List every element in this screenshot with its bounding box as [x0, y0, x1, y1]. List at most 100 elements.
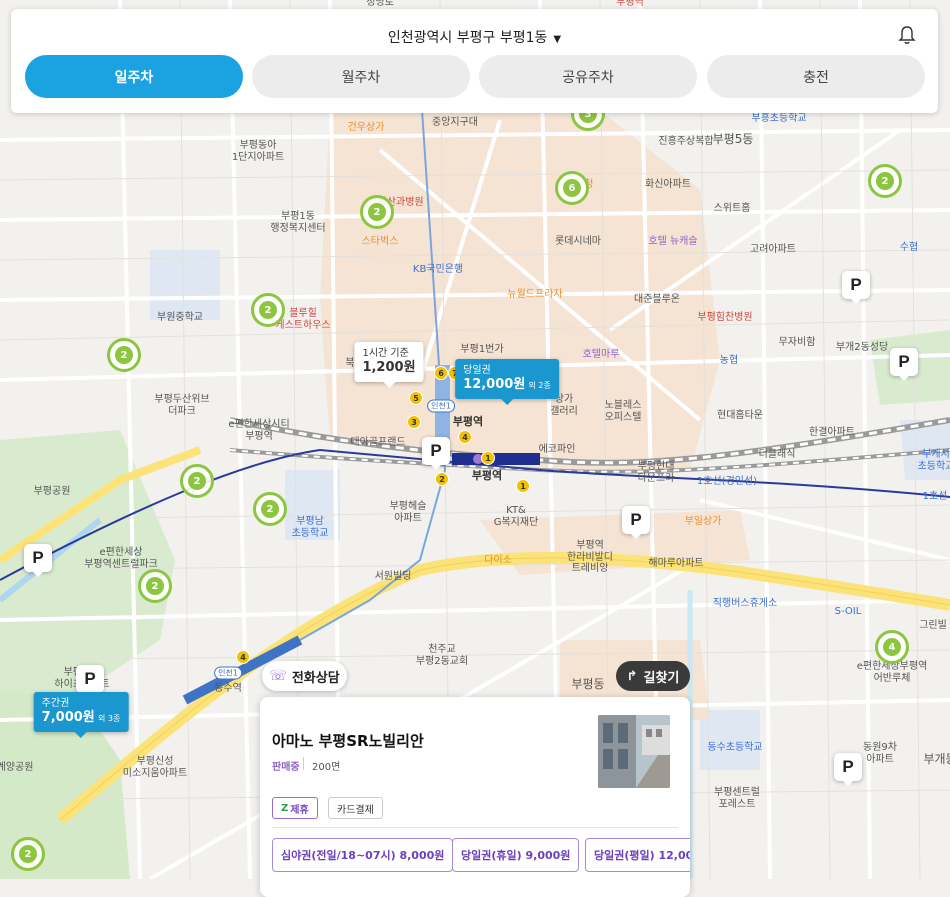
station-exit-number: 2 — [435, 472, 449, 486]
map-label: 부평역 한라비발디 트레비앙 — [567, 540, 613, 574]
station-exit-number: 5 — [409, 391, 423, 405]
parking-pin[interactable]: P — [834, 753, 862, 786]
top-panel: 인천광역시 부평구 부평1동 ▼ 일주차 월주차 공유주차 충전 — [11, 9, 938, 113]
map-label: 롯데시네마 — [555, 236, 601, 247]
parking-pin[interactable]: P — [422, 437, 450, 470]
parking-pin[interactable]: P — [842, 271, 870, 304]
station-line-badge: 인천1 — [214, 666, 242, 680]
cluster-count: 2 — [368, 203, 386, 221]
cluster-count: 6 — [563, 179, 581, 197]
map-label: e편한세상부평역 어반루체 — [856, 661, 928, 684]
map-label: 부평역 — [616, 0, 644, 8]
map-label: 서원빌딩 — [374, 571, 412, 582]
parking-cluster[interactable]: 2 — [107, 338, 141, 372]
parking-pin[interactable]: P — [890, 348, 918, 381]
cluster-count: 4 — [883, 638, 901, 656]
tab-daily[interactable]: 일주차 — [25, 55, 243, 98]
map-label: 그린빌 — [919, 620, 947, 631]
map-label: KB국민은행 — [412, 264, 464, 275]
phone-consult-button[interactable]: ☏ 전화상담 — [262, 661, 347, 691]
parking-cluster[interactable]: 2 — [251, 293, 285, 327]
map-label: 진흥주상복합 — [658, 136, 714, 147]
parking-cluster[interactable]: 2 — [11, 837, 45, 871]
parking-cluster[interactable]: 2 — [253, 492, 287, 526]
parking-pin[interactable]: P — [24, 544, 52, 577]
price-bubble[interactable]: 1시간 기준 1,200원 — [354, 342, 424, 388]
divider — [303, 757, 304, 770]
turn-right-icon: ↱ — [626, 668, 638, 684]
partner-tag: Z 제휴 — [272, 797, 318, 819]
parking-lot-name: 아마노 부평SR노빌리안 — [272, 732, 424, 750]
map-label: 부평역 — [452, 415, 484, 428]
map-label: 부일상가 — [684, 516, 722, 527]
parking-pin[interactable]: P — [76, 665, 104, 698]
map-label: 부평1번가 — [460, 344, 504, 355]
parking-type-tabs: 일주차 월주차 공유주차 충전 — [25, 55, 925, 98]
tab-shared[interactable]: 공유주차 — [479, 55, 697, 98]
price-bubble[interactable]: 주간권 7,000원 외 3종 — [33, 692, 129, 738]
map-label: 더클래식 — [758, 449, 796, 460]
map-label: 다이소 — [484, 555, 512, 566]
station-exit-number: 1 — [481, 451, 495, 465]
map-label: 1호선 — [922, 491, 948, 502]
map-label: 부평신성 미소지움아파트 — [122, 756, 188, 779]
price-bubble-type: 당일권 — [463, 365, 491, 377]
bell-icon[interactable] — [898, 25, 916, 45]
tab-monthly[interactable]: 월주차 — [252, 55, 470, 98]
cluster-count: 2 — [259, 301, 277, 319]
parking-cluster[interactable]: 2 — [138, 569, 172, 603]
parking-cluster[interactable]: 2 — [360, 195, 394, 229]
cluster-count: 2 — [876, 172, 894, 190]
map-label: 대아골프랜드 — [350, 437, 406, 448]
tab-charging[interactable]: 충전 — [707, 55, 925, 98]
parking-pin[interactable]: P — [622, 506, 650, 539]
map-label: e편한세상 부평역센트럴파크 — [84, 547, 158, 570]
map-label: 계양공원 — [0, 762, 34, 773]
school-area — [150, 250, 220, 320]
map-label: 중앙지구대 — [432, 117, 478, 128]
station-exit-number: 1 — [516, 479, 530, 493]
price-bubble-value: 12,000원 외 2종 — [463, 377, 551, 393]
parking-cluster[interactable]: 4 — [875, 630, 909, 664]
map-label: 부평헤슬 아파트 — [389, 501, 427, 524]
map-label: 부개동 — [923, 752, 950, 766]
location-selector[interactable]: 인천광역시 부평구 부평1동 ▼ — [11, 27, 938, 47]
map-label: 대준블루온 — [634, 294, 680, 305]
map-label: 건우상가 — [347, 122, 385, 133]
map-label: 뉴월드프라자 — [507, 289, 563, 300]
parking-cluster[interactable]: 6 — [555, 171, 589, 205]
station-exit-number: 4 — [458, 430, 472, 444]
cluster-count: 2 — [188, 472, 206, 490]
map-label: 부평동아 1단지아파트 — [231, 140, 285, 163]
map-label: e편한세상시티 부평역 — [228, 419, 290, 442]
map-label: 부평동 — [571, 677, 605, 691]
space-count: 200면 — [312, 762, 341, 773]
map-label: 1호선(경인선) — [696, 476, 758, 487]
phone-consult-label: 전화상담 — [291, 670, 340, 686]
ticket-night[interactable]: 심야권(전일/18~07시) 8,000원 — [272, 838, 454, 872]
map-label: 수협 — [899, 242, 919, 253]
parking-lot-photo[interactable] — [598, 715, 670, 788]
map-label: 부개서 초등학교 — [917, 449, 950, 472]
map-label: 천주교 부평2동교회 — [415, 644, 469, 667]
map-label: 부평공원 — [33, 486, 71, 497]
map-label: 고려아파트 — [750, 244, 796, 255]
map-label: 스위트홈 — [713, 203, 751, 214]
map-label: 무자비함 — [778, 337, 816, 348]
map-label: 호텔 뉴캐슬 — [648, 236, 698, 247]
parking-lot-card[interactable]: 아마노 부평SR노빌리안 판매중 200면 Z 제휴 카드결제 심야권(전일/18… — [260, 697, 690, 897]
directions-button[interactable]: ↱ 길찾기 — [616, 661, 690, 691]
map-label: 동원9차 아파트 — [863, 742, 897, 765]
chevron-down-icon: ▼ — [553, 34, 562, 45]
price-bubble[interactable]: 당일권 12,000원 외 2종 — [455, 359, 559, 405]
map-label: 부평역 — [471, 469, 503, 482]
card-payment-tag: 카드결제 — [328, 797, 383, 819]
ticket-day-holiday[interactable]: 당일권(휴일) 9,000원 — [452, 838, 580, 872]
parking-cluster[interactable]: 2 — [868, 164, 902, 198]
map-label: 동수초등학교 — [707, 742, 763, 753]
price-bubble-type: 1시간 기준 — [362, 348, 409, 360]
map-label: 부평힘찬병원 — [697, 312, 753, 323]
parking-cluster[interactable]: 2 — [180, 464, 214, 498]
map-label: 부평현대 타운프라 — [637, 461, 675, 484]
ticket-day-weekday[interactable]: 당일권(평일) 12,000원 — [585, 838, 690, 872]
